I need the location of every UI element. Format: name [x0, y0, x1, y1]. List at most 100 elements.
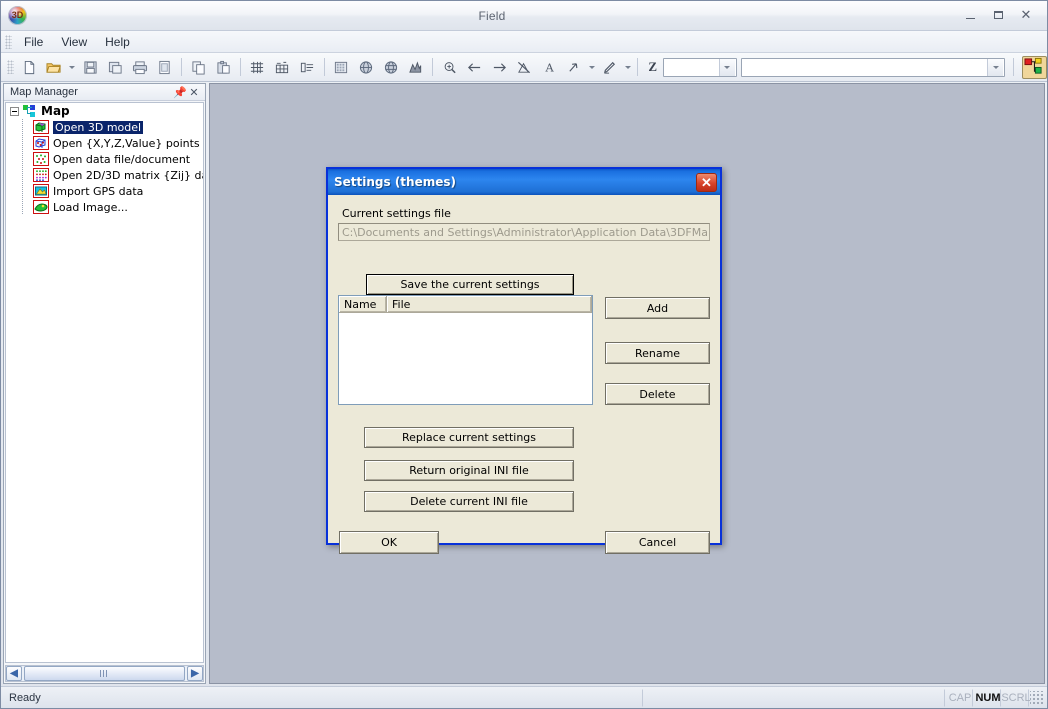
status-indicator-scrl: SCRL — [1001, 688, 1031, 707]
pencil-icon[interactable] — [599, 56, 622, 79]
resize-gripper[interactable] — [1030, 690, 1044, 705]
grid-icon[interactable] — [246, 56, 269, 79]
pointer-dropdown[interactable] — [587, 56, 598, 79]
rename-button[interactable]: Rename — [605, 342, 710, 364]
open-folder-dropdown[interactable] — [67, 56, 78, 79]
window-controls: ✕ — [957, 5, 1039, 25]
cancel-button[interactable]: Cancel — [605, 531, 710, 554]
sphere-icon[interactable] — [355, 56, 378, 79]
menu-bar: File View Help — [1, 31, 1047, 53]
toolbar-grip-icon[interactable] — [7, 60, 14, 74]
menu-item-file[interactable]: File — [15, 32, 52, 52]
window-title: Field — [478, 8, 506, 23]
tree-item-load-image[interactable]: Load Image... — [6, 199, 203, 215]
print-icon[interactable] — [128, 56, 151, 79]
arrow-right-icon[interactable] — [488, 56, 511, 79]
status-secondary-pane — [645, 688, 945, 707]
z-combo-small[interactable] — [663, 57, 737, 77]
save-icon[interactable] — [79, 56, 102, 79]
expander-icon[interactable] — [10, 106, 19, 116]
column-header-name[interactable]: Name — [339, 296, 387, 312]
matrix-data-icon — [33, 168, 49, 182]
application-window: Field ✕ File View Help — [0, 0, 1048, 709]
tree-item-label: Open {X,Y,Z,Value} points — [53, 136, 200, 150]
tree-root-label: Map — [41, 104, 70, 118]
add-button[interactable]: Add — [605, 297, 710, 319]
tree-item-open-matrix-data[interactable]: Open 2D/3D matrix {Zij} data — [6, 167, 203, 183]
image-icon — [33, 200, 49, 214]
matrix-icon[interactable] — [330, 56, 353, 79]
return-original-ini-button[interactable]: Return original INI file — [364, 460, 574, 481]
chevron-left-icon[interactable]: ◀ — [6, 666, 22, 681]
zoom-icon[interactable] — [438, 56, 461, 79]
status-indicator-cap: CAP — [947, 688, 973, 707]
gps-icon — [33, 184, 49, 198]
maximize-icon[interactable] — [985, 5, 1011, 25]
hscroll-thumb[interactable] — [24, 666, 185, 681]
minimize-icon[interactable] — [957, 5, 983, 25]
themes-icon[interactable] — [1022, 55, 1047, 79]
menu-grip-icon[interactable] — [5, 34, 12, 49]
column-header-file[interactable]: File — [387, 296, 592, 312]
tree-item-open-xyz-points[interactable]: Open {X,Y,Z,Value} points — [6, 135, 203, 151]
3d-sphere-icon — [8, 6, 27, 25]
z-label: Z — [648, 59, 658, 74]
hscroll-track[interactable] — [22, 666, 187, 681]
themes-list-body[interactable] — [339, 313, 592, 404]
themes-list-header: Name File — [339, 296, 592, 313]
current-settings-label: Current settings file — [342, 207, 451, 220]
title-bar: Field ✕ — [1, 1, 1047, 31]
no-entry-icon[interactable] — [513, 56, 536, 79]
chevron-down-icon[interactable] — [718, 58, 735, 76]
arrow-left-icon[interactable] — [463, 56, 486, 79]
close-icon[interactable]: ✕ — [696, 172, 717, 192]
open-folder-icon[interactable] — [43, 56, 66, 79]
map-tree-hscrollbar[interactable]: ◀ ▶ — [5, 665, 204, 682]
delete-current-ini-button[interactable]: Delete current INI file — [364, 491, 574, 512]
map-tree[interactable]: Map Open 3D model Open {X,Y,Z,Value} poi… — [5, 102, 204, 663]
layer-combo-large[interactable] — [740, 57, 1006, 77]
replace-current-settings-button[interactable]: Replace current settings — [364, 427, 574, 448]
dialog-title-bar: Settings (themes) ✕ — [328, 169, 720, 195]
chevron-right-icon[interactable]: ▶ — [187, 666, 203, 681]
map-manager-title: Map Manager — [10, 86, 78, 98]
map-manager-header: Map Manager 📌 ✕ — [4, 84, 205, 101]
print-preview-icon[interactable] — [153, 56, 176, 79]
status-bar: Ready CAP NUM SCRL — [1, 686, 1047, 708]
save-current-settings-button[interactable]: Save the current settings — [366, 274, 574, 295]
tree-root-map[interactable]: Map — [6, 103, 203, 119]
menu-item-help[interactable]: Help — [96, 32, 139, 52]
settings-themes-dialog: Settings (themes) ✕ Current settings fil… — [326, 167, 722, 554]
toolbar: A Z — [1, 53, 1047, 82]
map-manager-panel: Map Manager 📌 ✕ Map Open 3D model Open {… — [3, 83, 206, 684]
copy-icon[interactable] — [187, 56, 210, 79]
tree-item-open-data-file[interactable]: Open data file/document — [6, 151, 203, 167]
current-settings-path-field: C:\Documents and Settings\Administrator\… — [338, 223, 710, 241]
table-icon[interactable] — [271, 56, 294, 79]
list-icon[interactable] — [296, 56, 319, 79]
sphere-alt-icon[interactable] — [379, 56, 402, 79]
status-message: Ready — [2, 688, 643, 707]
save-as-icon[interactable] — [104, 56, 127, 79]
pencil-dropdown[interactable] — [622, 56, 633, 79]
chevron-down-icon[interactable] — [987, 58, 1004, 76]
ok-button[interactable]: OK — [339, 531, 439, 554]
tree-item-open-3d-model[interactable]: Open 3D model — [6, 119, 203, 135]
pointer-icon[interactable] — [563, 56, 586, 79]
close-icon[interactable]: ✕ — [187, 85, 201, 99]
delete-button[interactable]: Delete — [605, 383, 710, 405]
tree-item-label: Open 2D/3D matrix {Zij} data — [53, 168, 204, 182]
paste-icon[interactable] — [212, 56, 235, 79]
themes-list[interactable]: Name File — [338, 295, 593, 405]
new-file-icon[interactable] — [18, 56, 41, 79]
tree-item-import-gps[interactable]: Import GPS data — [6, 183, 203, 199]
tree-item-label: Import GPS data — [53, 184, 144, 198]
mountain-chart-icon[interactable] — [404, 56, 427, 79]
menu-item-view[interactable]: View — [52, 32, 96, 52]
toolbar-separator — [240, 58, 242, 76]
dialog-title: Settings (themes) — [334, 175, 456, 189]
close-icon[interactable]: ✕ — [1013, 5, 1039, 25]
status-indicator-num: NUM — [975, 688, 1001, 707]
pin-icon[interactable]: 📌 — [173, 85, 187, 99]
text-a-icon[interactable]: A — [538, 56, 561, 79]
